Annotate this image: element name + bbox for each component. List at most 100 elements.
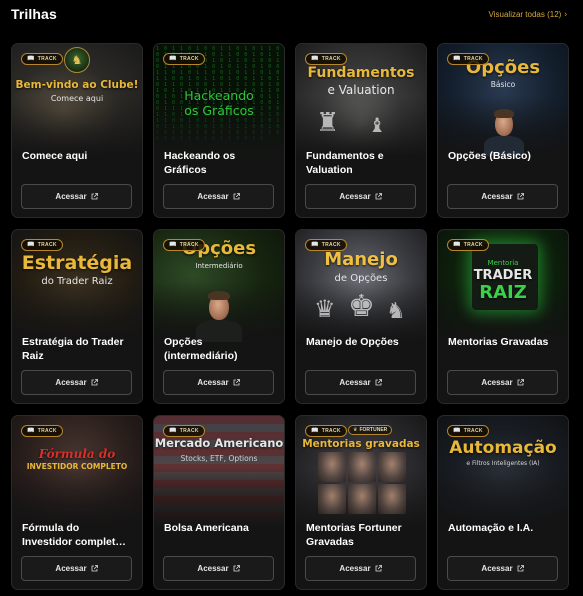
track-badge: 📖 TRACK bbox=[447, 425, 489, 437]
tracks-grid: ♞ Bem-vindo ao Clube! Comece aqui 📖 TRACK… bbox=[11, 43, 569, 590]
external-link-icon bbox=[375, 565, 382, 572]
access-button[interactable]: Acessar bbox=[305, 370, 416, 395]
external-link-icon bbox=[517, 193, 524, 200]
track-name: Comece aqui bbox=[22, 150, 88, 162]
access-button[interactable]: Acessar bbox=[163, 184, 274, 209]
access-button[interactable]: Acessar bbox=[21, 370, 132, 395]
fortuner-tag: ♛ FORTUNER bbox=[348, 425, 393, 435]
track-badge: 📖 TRACK bbox=[447, 53, 489, 65]
chess-piece-icon: ♛ bbox=[314, 296, 336, 323]
chess-piece-icon: ♝ bbox=[368, 115, 386, 137]
external-link-icon bbox=[233, 565, 240, 572]
external-link-icon bbox=[91, 565, 98, 572]
cover-title-2: RAIZ bbox=[479, 282, 527, 303]
cover-title: Mercado Americano bbox=[154, 436, 284, 450]
book-icon: 📖 bbox=[169, 56, 177, 62]
track-badge: 📖 TRACK bbox=[305, 239, 347, 251]
chevron-right-icon: › bbox=[564, 9, 567, 19]
cover-subtitle: de Opções bbox=[334, 273, 388, 284]
track-name: Hackeando os Gráficos bbox=[164, 150, 236, 176]
cover-subtitle: Básico bbox=[490, 80, 516, 89]
track-card: Fórmula do INVESTIDOR COMPLETO 📖 TRACK Fó… bbox=[11, 415, 143, 590]
track-name: Estratégia do Trader Raiz bbox=[22, 336, 124, 362]
track-card: Automação e Filtros Inteligentes (IA) 📖 T… bbox=[437, 415, 569, 590]
track-card: ♜ ♝ Fundamentos e Valuation 📖 TRACK Funda… bbox=[295, 43, 427, 218]
track-name: Mentorias Fortuner Gravadas bbox=[306, 522, 402, 548]
cover-subtitle: os Gráficos bbox=[184, 103, 254, 118]
track-name: Fundamentos e Valuation bbox=[306, 150, 384, 176]
track-badge: 📖 TRACK bbox=[21, 239, 63, 251]
track-name: Manejo de Opções bbox=[306, 336, 399, 348]
access-button[interactable]: Acessar bbox=[163, 370, 274, 395]
track-name: Fórmula do Investidor complet… bbox=[22, 522, 126, 548]
external-link-icon bbox=[233, 193, 240, 200]
track-badge: 📖 TRACK bbox=[305, 425, 347, 437]
track-card: ♛ ♚ ♞ Manejo de Opções 📖 TRACK Manejo de … bbox=[295, 229, 427, 404]
book-icon: 📖 bbox=[27, 242, 35, 248]
book-icon: 📖 bbox=[311, 56, 319, 62]
track-card: Opções Intermediário 📖 TRACK Opções (inte… bbox=[153, 229, 285, 404]
track-card: ♛ FORTUNER Mentorias gravadas 📖 TRACK Ment… bbox=[295, 415, 427, 590]
cover-title: Estratégia bbox=[21, 252, 133, 274]
track-badge: 📖 TRACK bbox=[447, 239, 489, 251]
book-icon: 📖 bbox=[27, 56, 35, 62]
book-icon: 📖 bbox=[169, 242, 177, 248]
track-card: Estratégia do Trader Raiz 📖 TRACK Estraté… bbox=[11, 229, 143, 404]
chess-piece-icon: ♜ bbox=[316, 107, 340, 137]
track-badge: 📖 TRACK bbox=[21, 425, 63, 437]
cover-subtitle: INVESTIDOR COMPLETO bbox=[26, 462, 128, 471]
view-all-label: Visualizar todas (12) bbox=[488, 10, 562, 19]
track-card: Opções Básico 📖 TRACK Opções (Básico) Ace… bbox=[437, 43, 569, 218]
book-icon: 📖 bbox=[311, 242, 319, 248]
crown-icon: ♛ bbox=[353, 427, 358, 433]
book-icon: 📖 bbox=[453, 56, 461, 62]
track-badge: 📖 TRACK bbox=[163, 53, 205, 65]
access-button[interactable]: Acessar bbox=[447, 370, 558, 395]
section-title: Trilhas bbox=[11, 6, 57, 22]
access-button[interactable]: Acessar bbox=[21, 184, 132, 209]
book-icon: 📖 bbox=[27, 428, 35, 434]
external-link-icon bbox=[517, 565, 524, 572]
track-card: 1 0 1 1 0 1 0 0 1 1 0 1 0 1 1 0 0 1 0 1 … bbox=[153, 43, 285, 218]
access-button[interactable]: Acessar bbox=[447, 184, 558, 209]
track-card: Mentoria TRADER RAIZ 📖 TRACK Mentorias Gr… bbox=[437, 229, 569, 404]
cover-subtitle: e Filtros Inteligentes (IA) bbox=[466, 460, 540, 467]
track-name: Mentorias Gravadas bbox=[448, 336, 549, 348]
track-badge: 📖 TRACK bbox=[21, 53, 63, 65]
cover-title: Mentorias gravadas bbox=[302, 438, 420, 450]
external-link-icon bbox=[91, 379, 98, 386]
access-button[interactable]: Acessar bbox=[305, 556, 416, 581]
cover-title: Fórmula do bbox=[38, 447, 116, 461]
access-button[interactable]: Acessar bbox=[305, 184, 416, 209]
view-all-link[interactable]: Visualizar todas (12) › bbox=[488, 9, 567, 20]
book-icon: 📖 bbox=[169, 428, 177, 434]
external-link-icon bbox=[375, 379, 382, 386]
track-badge: 📖 TRACK bbox=[163, 239, 205, 251]
mentoring-photos bbox=[318, 452, 406, 514]
external-link-icon bbox=[233, 379, 240, 386]
cover-subtitle: e Valuation bbox=[327, 83, 395, 97]
cover-subtitle: Stocks, ETF, Options bbox=[180, 454, 258, 463]
book-icon: 📖 bbox=[453, 242, 461, 248]
track-card: ♞ Bem-vindo ao Clube! Comece aqui 📖 TRACK… bbox=[11, 43, 143, 218]
track-name: Opções (intermediário) bbox=[164, 336, 238, 362]
track-badge: 📖 TRACK bbox=[305, 53, 347, 65]
track-card: Mercado Americano Stocks, ETF, Options 📖… bbox=[153, 415, 285, 590]
external-link-icon bbox=[375, 193, 382, 200]
cover-title: Manejo bbox=[324, 249, 398, 270]
access-button[interactable]: Acessar bbox=[21, 556, 132, 581]
cover-title: Hackeando bbox=[184, 88, 254, 103]
club-logo-icon: ♞ bbox=[64, 47, 90, 73]
cover-title: Bem-vindo ao Clube! bbox=[15, 79, 139, 91]
access-button[interactable]: Acessar bbox=[163, 556, 274, 581]
book-icon: 📖 bbox=[453, 428, 461, 434]
chess-piece-icon: ♞ bbox=[386, 298, 406, 323]
section-header: Trilhas Visualizar todas (12) › bbox=[0, 0, 583, 32]
cover-subtitle: Comece aqui bbox=[50, 94, 104, 103]
track-name: Bolsa Americana bbox=[164, 522, 249, 534]
cover-subtitle: Mentoria bbox=[487, 259, 519, 267]
cover-title: Fundamentos bbox=[307, 65, 415, 81]
access-button[interactable]: Acessar bbox=[447, 556, 558, 581]
instructor-photo bbox=[196, 288, 242, 342]
external-link-icon bbox=[517, 379, 524, 386]
